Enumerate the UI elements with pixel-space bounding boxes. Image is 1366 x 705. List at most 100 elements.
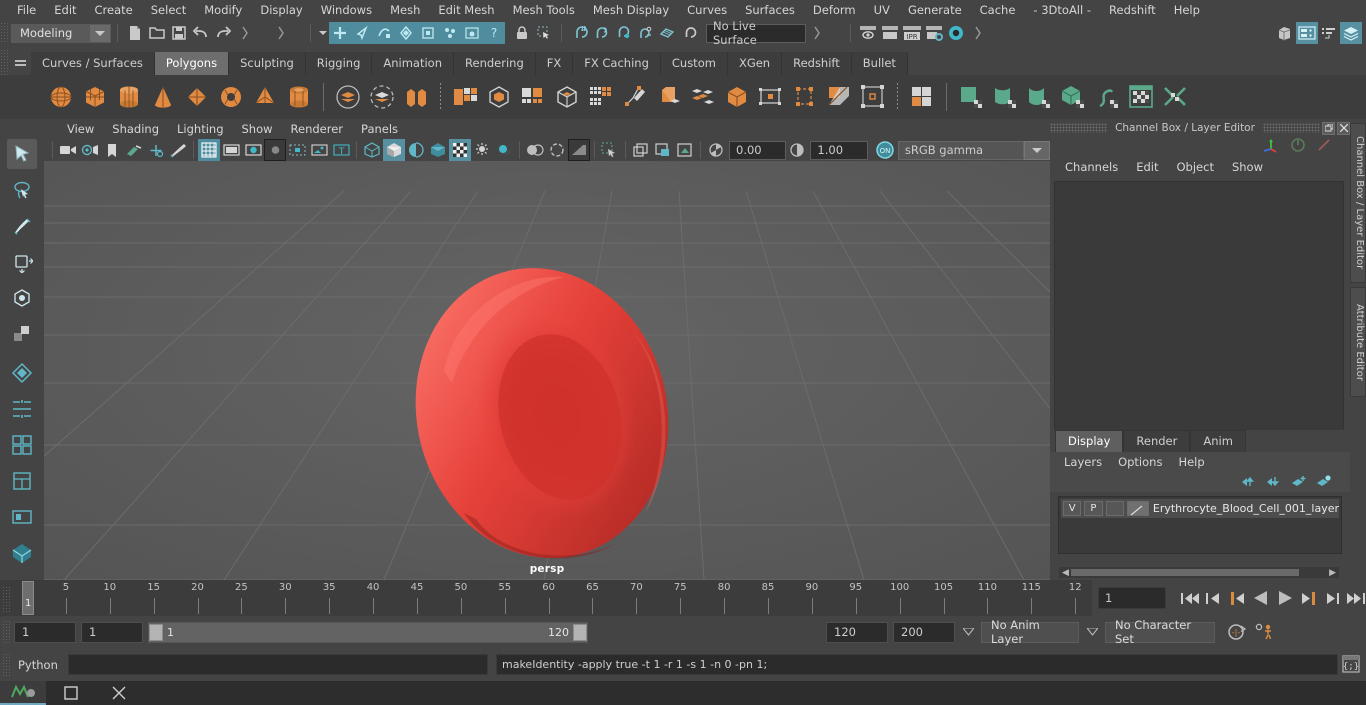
safe-action-icon[interactable]	[308, 139, 330, 161]
snap-projected-center-icon[interactable]	[634, 22, 656, 44]
shadows-icon[interactable]	[493, 139, 515, 161]
xray-active-components-icon[interactable]	[674, 139, 696, 161]
toolbar-collapse-arrow-4-icon[interactable]	[967, 22, 989, 44]
hypershade-icon[interactable]	[945, 22, 967, 44]
shelf-tab-curves-surfaces[interactable]: Curves / Surfaces	[31, 52, 155, 75]
layer-row[interactable]: V P Erythrocyte_Blood_Cell_001_layer	[1061, 499, 1339, 518]
shelf-tab-polygons[interactable]: Polygons	[155, 52, 229, 75]
uv-automatic-icon[interactable]	[1056, 80, 1090, 114]
live-surface-field[interactable]: No Live Surface	[706, 24, 806, 43]
menu-item-select[interactable]: Select	[142, 0, 195, 20]
poly-wedge-icon[interactable]	[788, 80, 822, 114]
scroll-right-icon[interactable]: ▶	[1326, 568, 1339, 578]
four-view-layout-icon[interactable]	[7, 430, 37, 460]
shelf-menu-icon[interactable]	[9, 51, 31, 75]
menu-item-display[interactable]: Display	[251, 0, 311, 20]
shaded-textures-icon[interactable]	[449, 139, 471, 161]
playback-start-time-field[interactable]: 1	[81, 622, 143, 643]
menu-item-edit[interactable]: Edit	[45, 0, 85, 20]
field-chart-icon[interactable]	[286, 139, 308, 161]
gate-mask-icon[interactable]	[264, 139, 286, 161]
play-forwards-icon[interactable]	[1274, 588, 1295, 608]
time-slider[interactable]: 5101520253035404550556065707580859095100…	[0, 580, 1092, 616]
uv-editor-icon[interactable]	[1124, 80, 1158, 114]
render-current-frame-icon[interactable]	[879, 22, 901, 44]
shelf-tab-fx[interactable]: FX	[536, 52, 574, 75]
lasso-select-tool-icon[interactable]	[7, 175, 37, 205]
tool-settings-icon[interactable]	[1340, 22, 1362, 44]
snap-point-icon[interactable]	[612, 22, 634, 44]
viewport-menu-renderer[interactable]: Renderer	[282, 119, 353, 139]
select-tool-icon[interactable]	[7, 139, 37, 169]
toolbar-collapse-arrow-3-icon[interactable]	[806, 22, 828, 44]
anim-layer-chevron-down-icon[interactable]	[960, 622, 976, 642]
move-layer-up-icon[interactable]	[1241, 473, 1257, 492]
exposure-field[interactable]: 0.00	[729, 141, 786, 160]
paint-select-tool-icon[interactable]	[7, 211, 37, 241]
hypershade-persp-layout-icon[interactable]	[7, 502, 37, 532]
layer-list-scrollbar[interactable]: ◀ ▶	[1059, 567, 1339, 578]
shaded-wireframe-icon[interactable]	[405, 139, 427, 161]
color-space-field[interactable]: sRGB gamma	[898, 141, 1024, 160]
menu-item-help[interactable]: Help	[1165, 0, 1209, 20]
toolbar-collapse-arrow-1-icon[interactable]	[234, 22, 256, 44]
window-icon[interactable]	[48, 681, 94, 705]
menu-item-uv[interactable]: UV	[865, 0, 899, 20]
poly-target-weld-icon[interactable]	[856, 80, 890, 114]
menu-item-file[interactable]: File	[8, 0, 45, 20]
scroll-left-icon[interactable]: ◀	[1059, 568, 1072, 578]
new-scene-icon[interactable]	[124, 22, 146, 44]
move-tool-icon[interactable]	[7, 247, 37, 277]
sidebar-tab-channel-box[interactable]: Channel Box / Layer Editor	[1350, 123, 1366, 283]
animation-start-time-field[interactable]: 1	[14, 622, 76, 643]
select-by-object-icon[interactable]	[351, 22, 373, 44]
poly-plane-icon[interactable]	[180, 80, 214, 114]
bookmark-icon[interactable]	[101, 139, 123, 161]
new-layer-icon[interactable]	[1291, 473, 1307, 492]
outliner-persp-layout-icon[interactable]	[7, 466, 37, 496]
color-management-icon[interactable]: ON	[874, 139, 896, 161]
select-by-component-icon[interactable]	[373, 22, 395, 44]
poly-multicut-icon[interactable]	[822, 80, 856, 114]
poly-mirror-icon[interactable]	[482, 80, 516, 114]
new-layer-from-selected-icon[interactable]	[1316, 473, 1332, 492]
render-view-icon[interactable]	[857, 22, 879, 44]
shelf-tab-redshift[interactable]: Redshift	[782, 52, 852, 75]
range-slider[interactable]: 1 120	[148, 622, 588, 643]
select-by-hierarchy-icon[interactable]	[329, 22, 351, 44]
poly-cylinder-icon[interactable]	[112, 80, 146, 114]
rotate-gizmo-icon[interactable]	[1290, 137, 1306, 157]
command-input[interactable]	[68, 654, 488, 675]
gamma-icon[interactable]	[786, 139, 808, 161]
channel-box-icon[interactable]	[1296, 22, 1318, 44]
rotate-tool-icon[interactable]	[7, 283, 37, 313]
snap-active-object-icon[interactable]	[678, 22, 700, 44]
ipr-render-icon[interactable]: IPR	[901, 22, 923, 44]
selection-mode-chevron-down-icon[interactable]	[317, 22, 329, 44]
menu-item-surfaces[interactable]: Surfaces	[736, 0, 804, 20]
move-layer-down-icon[interactable]	[1266, 473, 1282, 492]
uv-cylindrical-icon[interactable]	[988, 80, 1022, 114]
uv-cut-sew-icon[interactable]	[1158, 80, 1192, 114]
layer-playback-toggle[interactable]: P	[1084, 501, 1102, 516]
maya-app-icon[interactable]	[0, 681, 46, 705]
menu-item-modify[interactable]: Modify	[195, 0, 251, 20]
dock-drag-dots[interactable]	[1263, 123, 1320, 133]
menu-item-mesh-tools[interactable]: Mesh Tools	[504, 0, 584, 20]
go-to-start-icon[interactable]	[1180, 588, 1201, 608]
poly-reduce-icon[interactable]	[584, 80, 618, 114]
shelf-tab-rigging[interactable]: Rigging	[306, 52, 373, 75]
layer-reference-toggle[interactable]	[1106, 501, 1124, 516]
layer-editor-menu-options[interactable]: Options	[1110, 455, 1170, 469]
menu-item-deform[interactable]: Deform	[804, 0, 865, 20]
rangebar-grip[interactable]	[2, 620, 11, 644]
viewport-menu-show[interactable]: Show	[233, 119, 282, 139]
attribute-editor-icon[interactable]	[1318, 22, 1340, 44]
show-hide-editor-icon[interactable]	[1274, 22, 1296, 44]
animation-preferences-icon[interactable]	[1253, 621, 1277, 643]
menu-item-windows[interactable]: Windows	[312, 0, 381, 20]
poly-append-icon[interactable]	[754, 80, 788, 114]
menu-item-create[interactable]: Create	[86, 0, 142, 20]
layer-editor-tab-anim[interactable]: Anim	[1190, 430, 1246, 452]
menu-item-generate[interactable]: Generate	[899, 0, 971, 20]
